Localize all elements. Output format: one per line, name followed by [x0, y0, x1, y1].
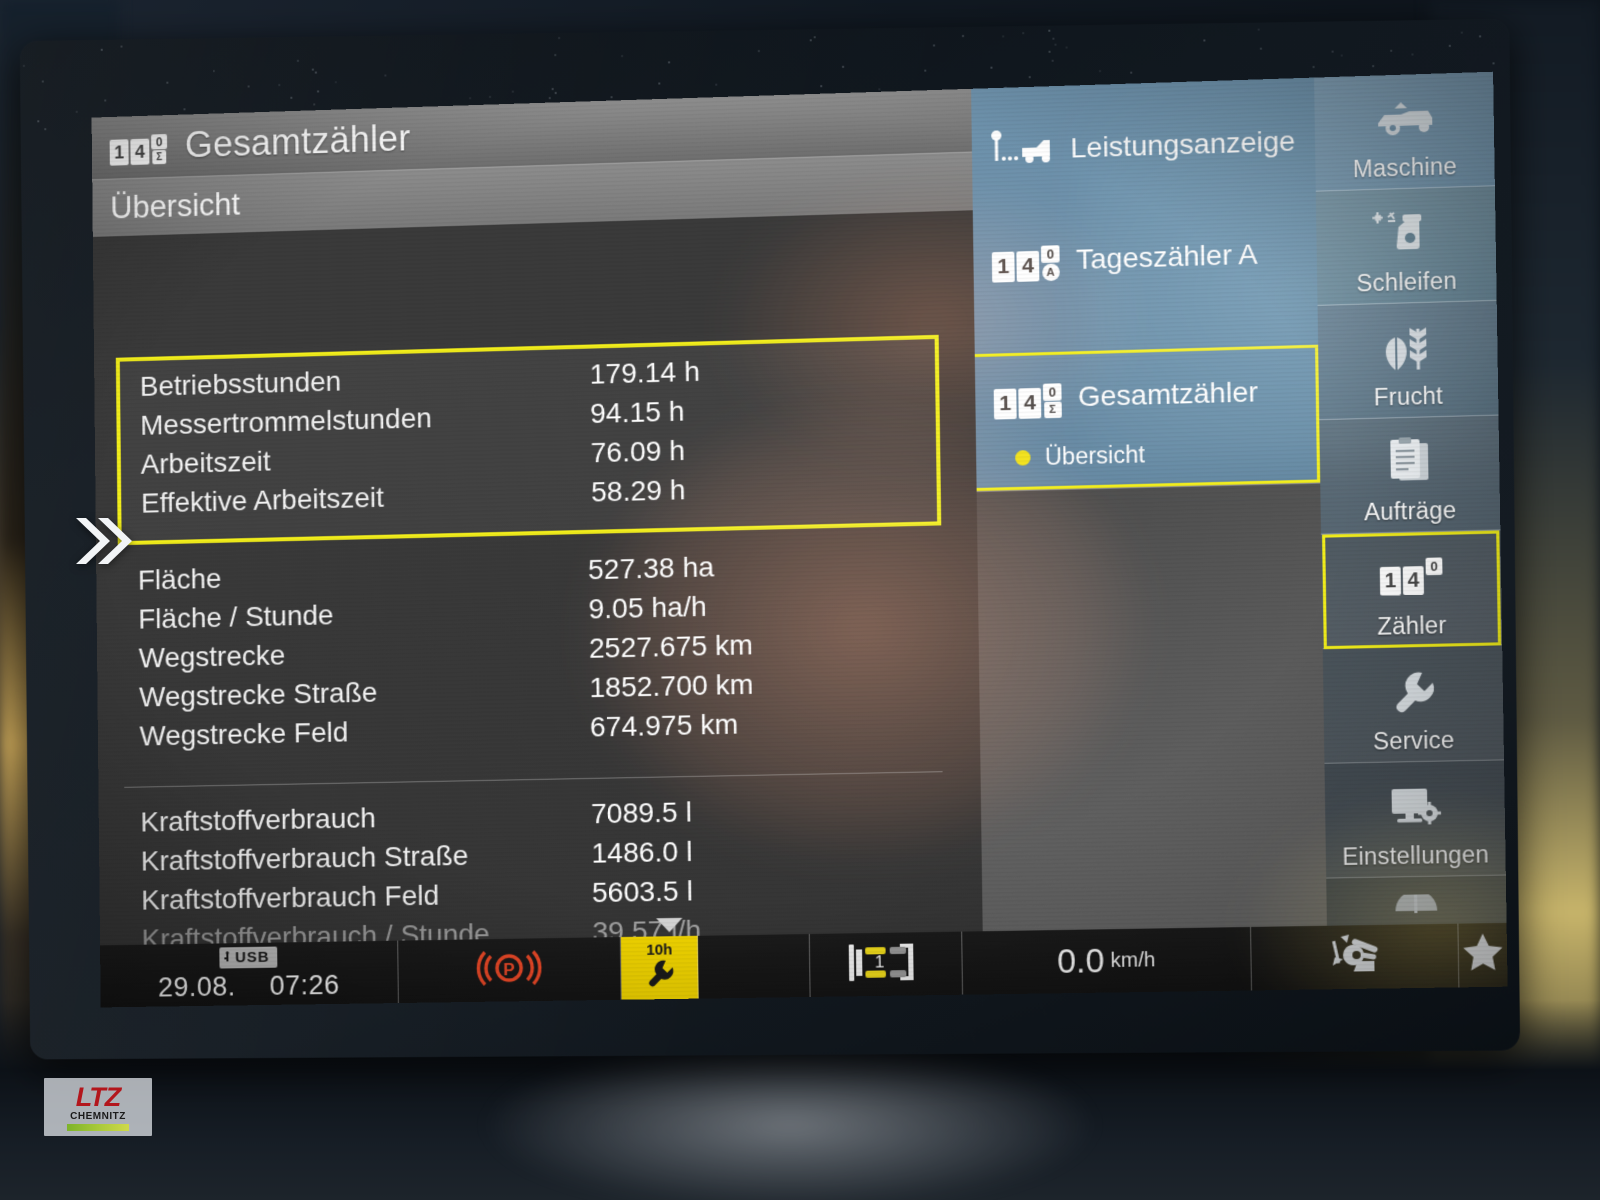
wrench-icon [1387, 661, 1438, 721]
performance-truck-icon [990, 129, 1054, 171]
counter-total-icon: 1 4 0 Σ [109, 128, 168, 166]
status-parking-brake-cell: P [398, 937, 623, 1004]
header-position-cell[interactable]: 1 [809, 931, 964, 997]
terminal-screen[interactable]: 1 4 0 Σ Gesamtzähler Übersicht Betriebss… [91, 71, 1508, 1008]
usb-label: USB [234, 948, 270, 966]
usb-icon [224, 951, 229, 962]
star-icon [1459, 930, 1508, 981]
sidebar-item-schleifen[interactable]: Schleifen [1315, 186, 1497, 306]
sidebar-item-label: Schleifen [1356, 267, 1458, 297]
ltz-chemnitz-watermark: LTZ CHEMNITZ [44, 1078, 152, 1136]
sidebar-item-partial[interactable] [1326, 875, 1507, 926]
windshield-glare [480, 1040, 1100, 1200]
row-value: 2527.675 km [588, 629, 754, 664]
page-subtitle: Übersicht [110, 186, 241, 225]
crop-icon [1378, 317, 1437, 378]
watermark-primary: LTZ [75, 1081, 121, 1112]
counter-icon: 1 4 0 [1379, 546, 1443, 607]
row-value: 94.15 h [589, 395, 685, 430]
sidebar-item-maschine[interactable]: Maschine [1314, 71, 1495, 192]
counter-content-panel: 1 4 0 Σ Gesamtzähler Übersicht Betriebss… [91, 88, 983, 955]
tasks-clipboard-icon [1382, 432, 1437, 493]
speed-value: 0.0 [1056, 941, 1105, 981]
row-value: 5603.5 l [591, 875, 694, 909]
counter-group-distance[interactable]: Fläche 527.38 ha Fläche / Stunde 9.05 ha… [118, 546, 944, 760]
nav-item-leistungsanzeige[interactable]: Leistungsanzeige [972, 120, 1316, 170]
row-value: 527.38 ha [587, 551, 715, 586]
sidebar-item-label: Zähler [1377, 611, 1447, 640]
counter-day-a-icon: 1 4 0 A [991, 240, 1060, 283]
sidebar-item-label: Maschine [1352, 152, 1458, 183]
sidebar-item-zaehler[interactable]: 1 4 0 Zähler [1321, 530, 1503, 650]
status-date: 29.08. [157, 970, 236, 1003]
settings-monitor-icon [1385, 776, 1444, 837]
nav-subitem-uebersicht[interactable]: Übersicht [1015, 441, 1145, 472]
svg-text:P: P [504, 959, 516, 978]
main-menu-sidebar: Maschine Schleifen Frucht Aufträge 1 4 0… [1314, 71, 1507, 926]
machine-adjust-icon [1322, 929, 1387, 984]
row-value: 1486.0 l [591, 835, 693, 869]
header-position-number: 1 [875, 952, 885, 972]
watermark-secondary: CHEMNITZ [70, 1110, 126, 1122]
scroll-down-arrow-icon[interactable] [656, 917, 683, 933]
status-datetime: 29.08. 07:26 [158, 969, 340, 1003]
machine-icon [1369, 88, 1439, 149]
nav-item-tageszaehler-a[interactable]: 1 4 0 A Tageszähler A [973, 232, 1317, 283]
row-label: Kraftstoffverbrauch [140, 802, 376, 838]
sharpening-icon [1371, 202, 1441, 263]
status-datetime-cell: USB 29.08. 07:26 [100, 940, 399, 1008]
nav-item-label: Tageszähler A [1075, 238, 1258, 276]
usb-badge: USB [219, 946, 278, 969]
nav-empty-area [976, 482, 1327, 932]
row-value: 1852.700 km [589, 668, 754, 704]
counter-group-hours[interactable]: Betriebsstunden 179.14 h Messertrommelst… [115, 334, 942, 546]
row-value: 179.14 h [589, 355, 701, 390]
favorites-cell[interactable] [1458, 923, 1507, 988]
sidebar-item-service[interactable]: Service [1322, 645, 1505, 764]
sidebar-item-auftraege[interactable]: Aufträge [1319, 415, 1501, 535]
double-chevron-right-icon[interactable] [70, 510, 136, 577]
status-spacer-cell [698, 934, 811, 999]
row-label: Kraftstoffverbrauch Feld [141, 879, 440, 916]
speed-unit: km/h [1110, 948, 1156, 972]
watermark-color-bar [67, 1123, 129, 1131]
sidebar-item-label: Service [1372, 726, 1455, 755]
header-position-icon: 1 [843, 938, 930, 991]
sidebar-item-einstellungen[interactable]: Einstellungen [1324, 760, 1506, 879]
terminal-monitor: 1 4 0 Σ Gesamtzähler Übersicht Betriebss… [19, 18, 1521, 1060]
wrench-icon [642, 956, 677, 994]
status-time: 07:26 [269, 969, 340, 1001]
antenna-icon [1391, 891, 1442, 919]
speed-cell: 0.0 km/h [962, 926, 1252, 995]
row-value: 58.29 h [590, 474, 686, 508]
sidebar-item-label: Einstellungen [1341, 840, 1490, 871]
nav-item-label: Leistungsanzeige [1070, 124, 1296, 164]
machine-adjust-cell[interactable] [1250, 923, 1460, 991]
row-label: Betriebsstunden [139, 365, 342, 402]
row-value: 674.975 km [589, 708, 739, 743]
service-due-button[interactable]: 10h [621, 935, 699, 1000]
parking-brake-icon: P [473, 947, 546, 994]
row-value: 76.09 h [590, 434, 686, 469]
counter-nav-panel: Leistungsanzeige 1 4 0 A Tageszähler A 1… [971, 77, 1327, 932]
nav-subitem-label: Übersicht [1044, 441, 1146, 471]
sidebar-item-label: Aufträge [1363, 496, 1457, 526]
page-title: Gesamtzähler [184, 117, 411, 166]
sidebar-item-frucht[interactable]: Frucht [1317, 300, 1499, 421]
row-label: Fläche [137, 562, 222, 596]
selected-dot-icon [1015, 450, 1031, 466]
row-value: 7089.5 l [590, 796, 693, 830]
row-value: 9.05 ha/h [588, 590, 707, 625]
sidebar-item-label: Frucht [1373, 382, 1444, 411]
group-divider [124, 771, 943, 788]
